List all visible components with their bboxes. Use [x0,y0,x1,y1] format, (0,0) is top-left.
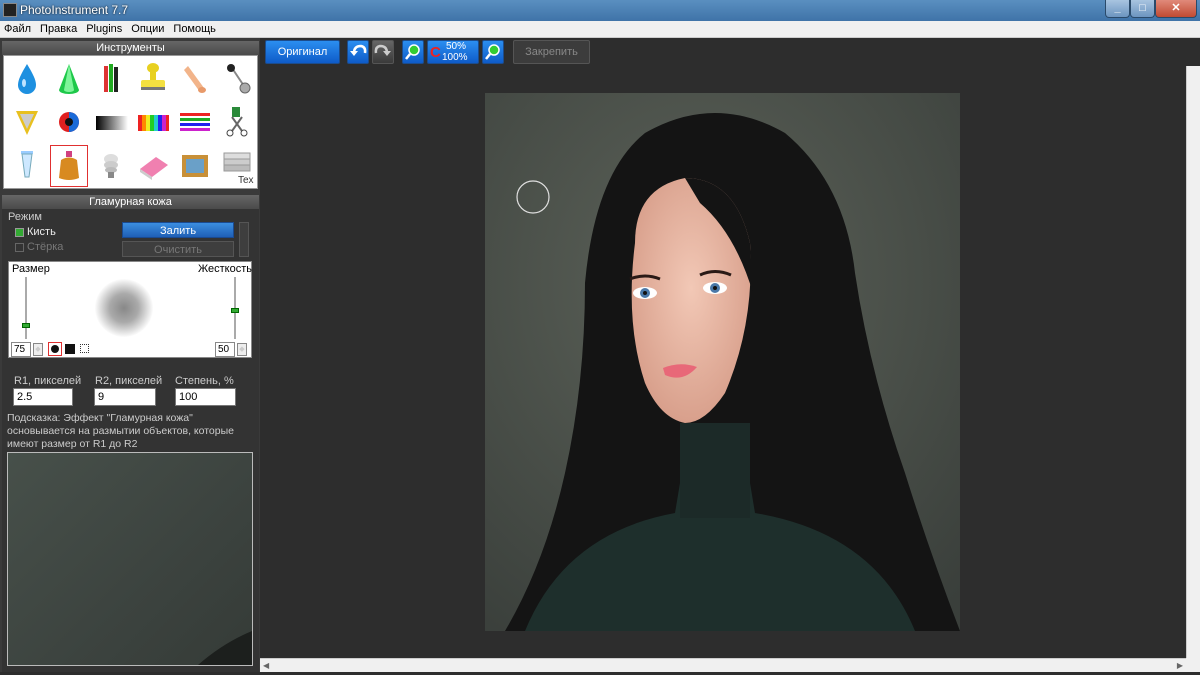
hardness-slider-thumb[interactable] [231,308,239,313]
maximize-button[interactable]: □ [1130,0,1155,18]
menu-file[interactable]: Файл [0,21,34,37]
close-button[interactable]: ✕ [1155,0,1197,18]
zoom-toggle-icon: C [430,44,441,61]
mode-label: Режим [8,211,42,223]
tools-panel-title: Инструменты [2,41,259,55]
scissors-tool-icon[interactable] [218,101,256,143]
frame-tool-icon[interactable] [176,145,214,187]
hint-text: Подсказка: Эффект "Гламурная кожа" основ… [7,412,234,450]
tools-grid: Tex [3,55,258,189]
drop-tool-icon[interactable] [8,58,46,100]
square-brush-button[interactable] [65,344,75,354]
degree-input[interactable]: 100 [175,388,236,406]
pencils-tool-icon[interactable] [92,58,130,100]
r2-input[interactable]: 9 [94,388,156,406]
app-icon [3,3,17,17]
size-spinner[interactable]: ◆ [33,343,43,356]
effect-preview [7,452,253,666]
menu-help[interactable]: Помощь [169,21,219,37]
hardness-value[interactable]: 50 [215,342,235,357]
settings-panel-title: Гламурная кожа [2,195,259,209]
menu-plugins[interactable]: Plugins [82,21,125,37]
redo-icon[interactable] [372,40,394,64]
r1-input[interactable]: 2.5 [13,388,73,406]
stamp-tool-icon[interactable] [134,58,172,100]
scroll-handle[interactable] [239,222,249,257]
horizontal-scrollbar[interactable]: ◀ ▶ [260,658,1186,672]
title-bar: PhotoInstrument 7.7 _ □ ✕ [0,0,1200,21]
portrait-photo[interactable] [485,93,960,631]
undo-icon[interactable] [347,40,369,64]
zoom-toggle-top: 50% [446,41,467,52]
zoom-toggle-button[interactable]: C 50% 100% [427,40,479,64]
eraser-mode-label: Стёрка [27,241,64,253]
scroll-left-arrow[interactable]: ◀ [263,661,269,670]
size-label: Размер [12,263,50,275]
red-eye-tool-icon[interactable] [50,101,88,143]
settings-panel: Режим Кисть Стёрка Залить Очистить Разме… [2,209,259,675]
brush-preview [95,279,153,337]
fill-button[interactable]: Залить [122,222,234,238]
clear-button[interactable]: Очистить [122,241,234,257]
bulb-tool-icon[interactable] [92,145,130,187]
amulet-tool-icon[interactable] [8,101,46,143]
r1-label: R1, пикселей [14,375,82,387]
cone-tool-icon[interactable] [50,58,88,100]
brush-mode-label: Кисть [27,226,56,238]
zoom-toggle-bottom: 100% [442,52,468,63]
brush-preview-box: Размер Жесткость 75 ◆ 50 ◆ [8,261,252,358]
toolbar: Оригинал C 50% 100% Закрепить [260,38,1200,66]
eraser-checkbox[interactable] [15,243,24,252]
selection-brush-button[interactable] [80,344,89,353]
menu-bar: Файл Правка Plugins Опции Помощь [0,21,1200,38]
text-tool-label: Tex [238,175,254,186]
tube-tool-icon[interactable] [8,145,46,187]
r2-label: R2, пикселей [95,375,163,387]
round-brush-button[interactable] [48,342,62,356]
size-slider-thumb[interactable] [22,322,30,328]
text-tool-icon[interactable]: Tex [218,145,256,187]
scroll-right-arrow[interactable]: ▶ [1177,661,1183,670]
hardness-label: Жесткость [198,263,253,275]
scroll-corner [1186,658,1200,672]
hardness-spinner[interactable]: ◆ [237,343,247,356]
degree-label: Степень, % [175,375,234,387]
brush-checkbox[interactable] [15,228,24,237]
vertical-scrollbar[interactable] [1186,66,1200,658]
gradient-tool-icon[interactable] [92,101,130,143]
zoom-out-icon[interactable] [482,40,504,64]
perfume-tool-icon[interactable] [50,145,88,187]
pin-tool-icon[interactable] [218,58,256,100]
menu-edit[interactable]: Правка [36,21,80,37]
finger-tool-icon[interactable] [176,58,214,100]
eraser-tool-icon[interactable] [134,145,172,187]
size-value[interactable]: 75 [11,342,31,357]
zoom-in-icon[interactable] [402,40,424,64]
fix-button[interactable]: Закрепить [513,40,590,64]
window-title: PhotoInstrument 7.7 [20,3,129,17]
menu-options[interactable]: Опции [127,21,167,37]
color-bars-tool-icon[interactable] [134,101,172,143]
minimize-button[interactable]: _ [1105,0,1130,18]
original-button[interactable]: Оригинал [265,40,340,64]
size-slider-track [25,277,27,339]
lines-tool-icon[interactable] [176,101,214,143]
